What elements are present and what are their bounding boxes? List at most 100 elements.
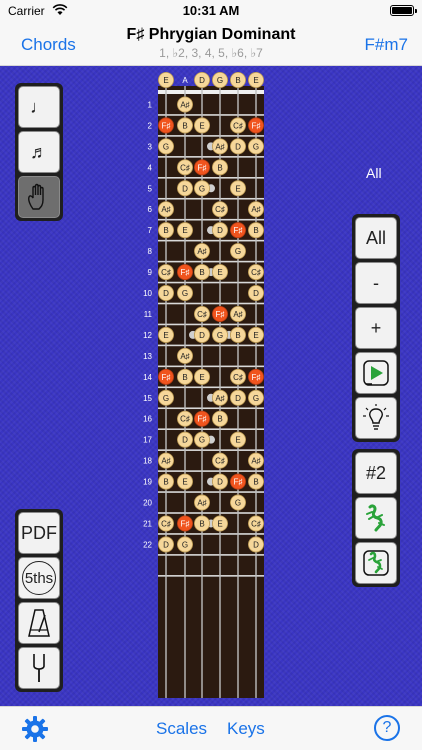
note-marker[interactable]: B <box>211 159 228 176</box>
note-marker[interactable]: C♯ <box>176 410 193 427</box>
root-note-marker[interactable]: F♯ <box>229 473 246 490</box>
show-all-button[interactable]: All <box>355 217 397 259</box>
note-marker[interactable]: B <box>229 72 246 88</box>
note-marker[interactable]: A♯ <box>157 201 174 218</box>
note-marker[interactable]: B <box>157 473 174 490</box>
note-marker[interactable]: B <box>176 117 193 134</box>
note-marker[interactable]: B <box>193 515 210 532</box>
play-loop-button[interactable] <box>355 352 397 394</box>
note-marker[interactable]: D <box>176 180 193 197</box>
note-marker[interactable]: B <box>247 222 264 239</box>
note-marker[interactable]: D <box>157 536 174 553</box>
multi-note-button[interactable]: ♬ <box>18 131 60 173</box>
note-marker[interactable]: E <box>193 117 210 134</box>
note-marker[interactable]: C♯ <box>211 201 228 218</box>
note-marker[interactable]: C♯ <box>247 515 264 532</box>
hand-mode-button[interactable] <box>18 176 60 218</box>
note-marker[interactable]: E <box>247 72 264 88</box>
note-marker[interactable]: C♯ <box>229 368 246 385</box>
note-marker[interactable]: C♯ <box>229 117 246 134</box>
note-marker[interactable]: A♯ <box>229 305 246 322</box>
pdf-button[interactable]: PDF <box>18 512 60 554</box>
root-note-marker[interactable]: F♯ <box>229 222 246 239</box>
note-marker[interactable]: G <box>247 389 264 406</box>
note-marker[interactable]: A♯ <box>247 452 264 469</box>
note-marker[interactable]: B <box>211 410 228 427</box>
root-note-marker[interactable]: F♯ <box>176 264 193 281</box>
note-marker[interactable]: A♯ <box>176 347 193 364</box>
note-marker[interactable]: C♯ <box>176 159 193 176</box>
note-marker[interactable]: D <box>211 473 228 490</box>
hint-button[interactable] <box>355 397 397 439</box>
note-marker[interactable]: E <box>211 515 228 532</box>
note-marker[interactable]: D <box>229 138 246 155</box>
root-note-marker[interactable]: F♯ <box>157 117 174 134</box>
root-note-marker[interactable]: F♯ <box>193 410 210 427</box>
note-marker[interactable]: A♯ <box>193 494 210 511</box>
tuning-fork-button[interactable] <box>18 647 60 689</box>
increase-button[interactable]: + <box>355 307 397 349</box>
root-note-marker[interactable]: F♯ <box>157 368 174 385</box>
note-marker[interactable]: B <box>193 264 210 281</box>
scales-tab[interactable]: Scales <box>156 719 207 739</box>
note-marker[interactable]: D <box>157 285 174 302</box>
note-marker[interactable]: C♯ <box>157 264 174 281</box>
note-marker[interactable]: G <box>193 180 210 197</box>
root-note-marker[interactable]: F♯ <box>247 368 264 385</box>
note-marker[interactable]: G <box>176 536 193 553</box>
gecko-loop-button[interactable] <box>355 542 397 584</box>
note-marker[interactable]: G <box>176 285 193 302</box>
note-marker[interactable]: D <box>247 536 264 553</box>
note-marker[interactable]: B <box>229 326 246 343</box>
note-marker[interactable]: G <box>193 431 210 448</box>
note-marker[interactable]: D <box>193 326 210 343</box>
note-marker[interactable]: G <box>211 326 228 343</box>
note-marker[interactable]: G <box>211 72 228 88</box>
note-marker[interactable]: A♯ <box>176 96 193 113</box>
note-marker[interactable]: A♯ <box>211 138 228 155</box>
keys-tab[interactable]: Keys <box>227 719 265 739</box>
root-note-marker[interactable]: F♯ <box>247 117 264 134</box>
chord-name-button[interactable]: F#m7 <box>365 35 408 55</box>
note-marker[interactable]: D <box>193 72 210 88</box>
help-icon[interactable]: ? <box>374 715 400 741</box>
root-note-marker[interactable]: F♯ <box>211 305 228 322</box>
note-marker[interactable]: A♯ <box>193 243 210 260</box>
note-marker[interactable]: B <box>157 222 174 239</box>
note-marker[interactable]: C♯ <box>157 515 174 532</box>
note-marker[interactable]: G <box>247 138 264 155</box>
note-marker[interactable]: G <box>157 138 174 155</box>
circle-of-fifths-button[interactable]: 5ths <box>18 557 60 599</box>
root-note-marker[interactable]: F♯ <box>176 515 193 532</box>
note-marker[interactable]: E <box>229 180 246 197</box>
note-marker[interactable]: A♯ <box>211 389 228 406</box>
note-marker[interactable]: B <box>176 368 193 385</box>
root-note-marker[interactable]: F♯ <box>193 159 210 176</box>
note-marker[interactable]: E <box>176 473 193 490</box>
note-marker[interactable]: A♯ <box>247 201 264 218</box>
note-marker[interactable]: D <box>176 431 193 448</box>
single-note-button[interactable]: ♩ <box>18 86 60 128</box>
note-marker[interactable]: E <box>211 264 228 281</box>
note-marker[interactable]: E <box>157 72 174 88</box>
note-marker[interactable]: E <box>157 326 174 343</box>
metronome-button[interactable] <box>18 602 60 644</box>
note-marker[interactable]: B <box>247 473 264 490</box>
note-marker[interactable]: D <box>229 389 246 406</box>
settings-gear-icon[interactable] <box>22 716 48 742</box>
note-marker[interactable]: C♯ <box>247 264 264 281</box>
note-marker[interactable]: G <box>229 243 246 260</box>
note-marker[interactable]: E <box>176 222 193 239</box>
note-marker[interactable]: A♯ <box>157 452 174 469</box>
position-button[interactable]: #2 <box>355 452 397 494</box>
note-marker[interactable]: D <box>247 285 264 302</box>
decrease-button[interactable]: - <box>355 262 397 304</box>
note-marker[interactable]: C♯ <box>193 305 210 322</box>
note-marker[interactable]: G <box>229 494 246 511</box>
gecko-button[interactable] <box>355 497 397 539</box>
note-marker[interactable]: D <box>211 222 228 239</box>
note-marker[interactable]: E <box>247 326 264 343</box>
note-marker[interactable]: E <box>229 431 246 448</box>
note-marker[interactable]: E <box>193 368 210 385</box>
note-marker[interactable]: G <box>157 389 174 406</box>
